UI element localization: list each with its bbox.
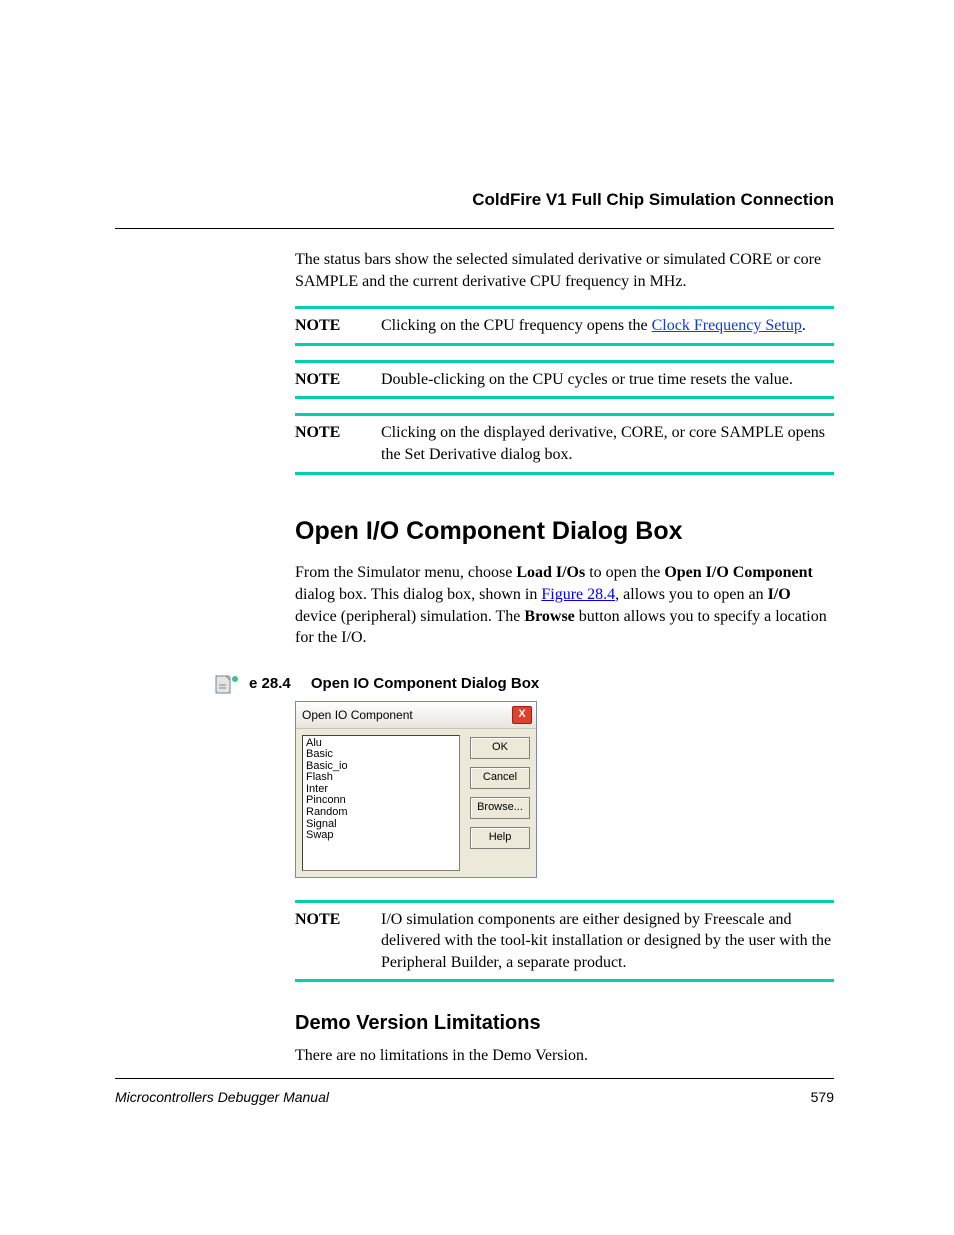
section-heading: Open I/O Component Dialog Box: [295, 515, 834, 549]
note-block-4: NOTE I/O simulation components are eithe…: [295, 900, 834, 983]
running-header: ColdFire V1 Full Chip Simulation Connect…: [115, 190, 834, 210]
note-block-2: NOTE Double-clicking on the CPU cycles o…: [295, 360, 834, 400]
text: dialog box. This dialog box, shown in: [295, 586, 541, 603]
footer-title: Microcontrollers Debugger Manual: [115, 1089, 329, 1105]
open-io-paragraph: From the Simulator menu, choose Load I/O…: [295, 562, 834, 648]
figure-number: e 28.4: [249, 674, 291, 694]
text: , allows you to open an: [615, 586, 767, 603]
list-item[interactable]: Swap: [306, 830, 456, 842]
text: device (peripheral) simulation. The: [295, 608, 524, 625]
note-text-post: .: [802, 317, 806, 334]
dialog-titlebar: Open IO Component X: [296, 702, 536, 729]
figure-title: Open IO Component Dialog Box: [311, 674, 539, 694]
component-listbox[interactable]: Alu Basic Basic_io Flash Inter Pinconn R…: [302, 735, 460, 871]
note-text: Double-clicking on the CPU cycles or tru…: [381, 369, 834, 391]
dialog-title-text: Open IO Component: [302, 707, 413, 723]
note-label: NOTE: [295, 909, 353, 974]
note-text-pre: Clicking on the CPU frequency opens the: [381, 317, 652, 334]
figure-block: e 28.4 Open IO Component Dialog Box Open…: [215, 673, 834, 878]
bold-load-ios: Load I/Os: [516, 564, 585, 581]
note-text: I/O simulation components are either des…: [381, 909, 834, 974]
list-item[interactable]: Random: [306, 807, 456, 819]
footer-rule: [115, 1078, 834, 1079]
close-button[interactable]: X: [512, 706, 532, 724]
page-footer: Microcontrollers Debugger Manual 579: [115, 1078, 834, 1105]
bold-open-io-component: Open I/O Component: [664, 564, 812, 581]
cancel-button[interactable]: Cancel: [470, 767, 530, 789]
text: to open the: [585, 564, 664, 581]
note-label: NOTE: [295, 422, 353, 465]
note-block-3: NOTE Clicking on the displayed derivativ…: [295, 413, 834, 474]
note-text: Clicking on the displayed derivative, CO…: [381, 422, 834, 465]
figure-icon: [215, 673, 241, 695]
figure-28-4-link[interactable]: Figure 28.4: [541, 586, 615, 603]
clock-frequency-setup-link[interactable]: Clock Frequency Setup: [652, 317, 802, 334]
list-item[interactable]: Flash: [306, 772, 456, 784]
note-label: NOTE: [295, 369, 353, 391]
help-button[interactable]: Help: [470, 827, 530, 849]
note-label: NOTE: [295, 315, 353, 337]
intro-paragraph: The status bars show the selected simula…: [295, 249, 834, 292]
text: From the Simulator menu, choose: [295, 564, 516, 581]
subsection-heading: Demo Version Limitations: [295, 1010, 834, 1037]
bold-browse: Browse: [524, 608, 574, 625]
browse-button[interactable]: Browse...: [470, 797, 530, 819]
page-number: 579: [811, 1089, 834, 1105]
header-rule: [115, 228, 834, 229]
note-block-1: NOTE Clicking on the CPU frequency opens…: [295, 306, 834, 346]
main-content: The status bars show the selected simula…: [295, 249, 834, 1067]
figure-caption: e 28.4 Open IO Component Dialog Box: [215, 673, 834, 695]
ok-button[interactable]: OK: [470, 737, 530, 759]
demo-text: There are no limitations in the Demo Ver…: [295, 1045, 834, 1067]
open-io-dialog: Open IO Component X Alu Basic Basic_io F…: [295, 701, 537, 878]
bold-io: I/O: [768, 586, 791, 603]
note-text: Clicking on the CPU frequency opens the …: [381, 315, 834, 337]
